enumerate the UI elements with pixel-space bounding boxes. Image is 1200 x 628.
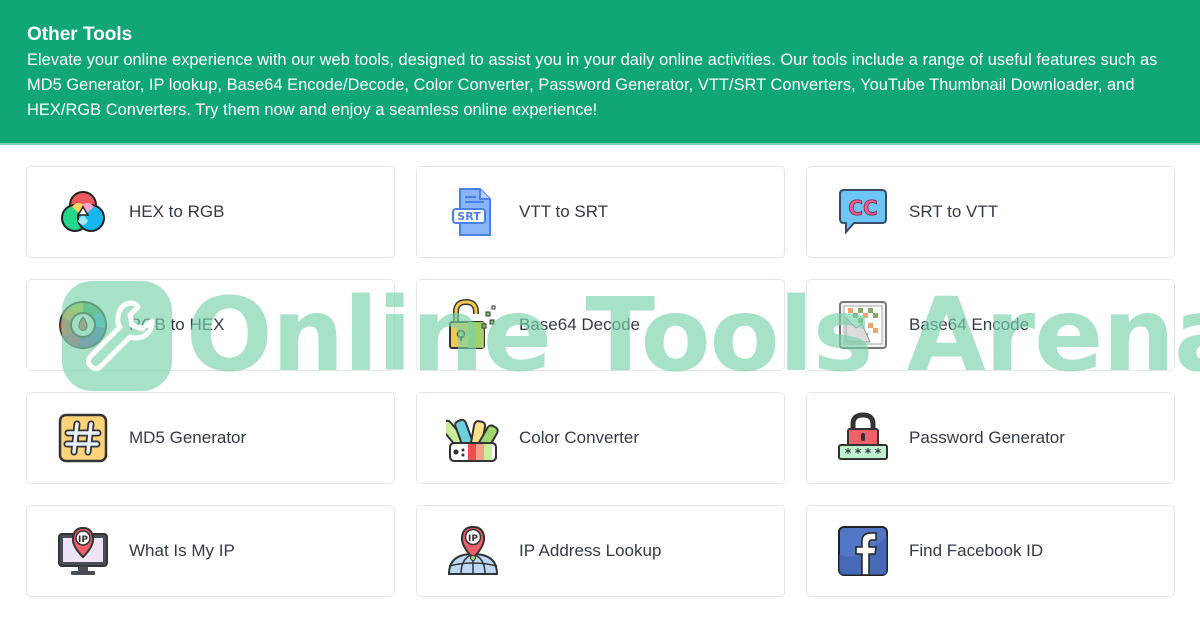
tool-card-what-is-my-ip[interactable]: IP What Is My IP bbox=[26, 505, 395, 597]
svg-text:IP: IP bbox=[78, 535, 88, 545]
svg-text:*: * bbox=[855, 446, 862, 460]
section-title: Other Tools bbox=[27, 24, 133, 45]
tool-label: VTT to SRT bbox=[519, 202, 609, 221]
header-banner: Other Tools Elevate your online experien… bbox=[0, 0, 1200, 145]
tool-label: Password Generator bbox=[909, 428, 1065, 447]
tool-label: MD5 Generator bbox=[129, 428, 247, 447]
tool-label: SRT to VTT bbox=[909, 202, 999, 221]
globe-ip-pin-icon: IP bbox=[446, 524, 500, 578]
tool-card-srt-to-vtt[interactable]: CC SRT to VTT bbox=[806, 166, 1175, 258]
hash-icon bbox=[56, 411, 110, 465]
tool-card-base64-encode[interactable]: Base64 Encode bbox=[806, 279, 1175, 371]
tool-label: Find Facebook ID bbox=[909, 541, 1044, 560]
tool-card-hex-to-rgb[interactable]: HEX to RGB bbox=[26, 166, 395, 258]
cc-speech-bubble-icon: CC bbox=[836, 185, 890, 239]
tool-card-color-converter[interactable]: Color Converter bbox=[416, 392, 785, 484]
color-wheel-icon bbox=[56, 298, 110, 352]
tool-label: Color Converter bbox=[519, 428, 639, 447]
tool-card-ip-address-lookup[interactable]: IP IP Address Lookup bbox=[416, 505, 785, 597]
tool-label: Base64 Encode bbox=[909, 315, 1030, 334]
tool-label: IP Address Lookup bbox=[519, 541, 662, 560]
srt-file-icon: SRT bbox=[446, 185, 500, 239]
encoded-image-icon bbox=[836, 298, 890, 352]
tool-label: RGB to HEX bbox=[129, 315, 225, 334]
tool-card-find-facebook-id[interactable]: Find Facebook ID bbox=[806, 505, 1175, 597]
unlocked-padlock-icon bbox=[446, 298, 500, 352]
tool-label: What Is My IP bbox=[129, 541, 235, 560]
tools-grid: HEX to RGB SRT VTT to SRT CC SRT to VTT bbox=[26, 166, 1175, 597]
tool-card-rgb-to-hex[interactable]: RGB to HEX bbox=[26, 279, 395, 371]
tool-label: HEX to RGB bbox=[129, 202, 225, 221]
color-circles-icon bbox=[56, 185, 110, 239]
tool-card-md5-generator[interactable]: MD5 Generator bbox=[26, 392, 395, 484]
monitor-ip-pin-icon: IP bbox=[56, 524, 110, 578]
tool-card-password-generator[interactable]: * * * * Password Generator bbox=[806, 392, 1175, 484]
svg-text:*: * bbox=[845, 446, 852, 460]
password-lock-icon: * * * * bbox=[836, 411, 890, 465]
svg-text:*: * bbox=[875, 446, 882, 460]
section-description: Elevate your online experience with our … bbox=[27, 51, 1158, 119]
svg-text:CC: CC bbox=[848, 196, 877, 220]
svg-text:IP: IP bbox=[468, 534, 478, 544]
tool-card-base64-decode[interactable]: Base64 Decode bbox=[416, 279, 785, 371]
tool-label: Base64 Decode bbox=[519, 315, 640, 334]
svg-text:*: * bbox=[865, 446, 872, 460]
facebook-icon bbox=[836, 524, 890, 578]
svg-text:SRT: SRT bbox=[457, 210, 481, 223]
tool-card-vtt-to-srt[interactable]: SRT VTT to SRT bbox=[416, 166, 785, 258]
color-swatch-fan-icon bbox=[446, 411, 500, 465]
